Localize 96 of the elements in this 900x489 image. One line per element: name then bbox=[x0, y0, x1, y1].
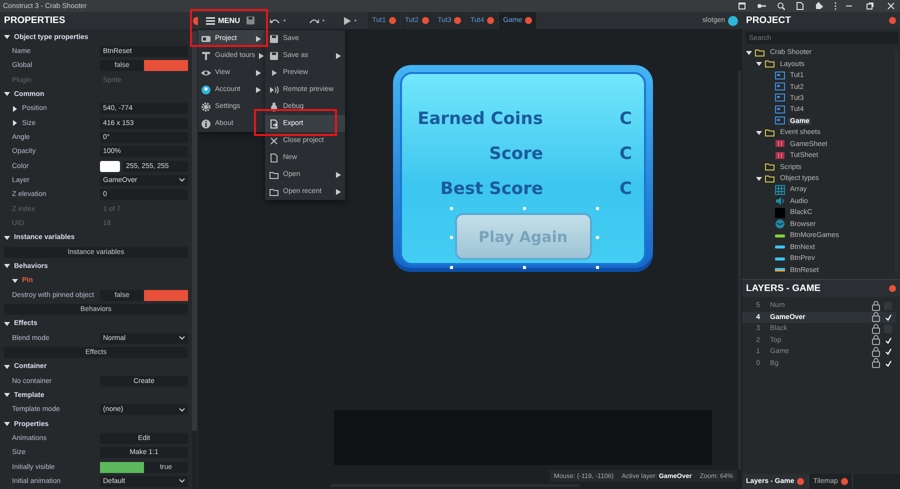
event-sheet-icon bbox=[775, 139, 785, 150]
save-icon bbox=[269, 50, 279, 60]
lock-icon[interactable] bbox=[872, 300, 880, 311]
remote-play-icon bbox=[269, 84, 279, 94]
document-icon bbox=[269, 152, 279, 162]
submenu-arrow-icon bbox=[336, 188, 341, 194]
game-value: C bbox=[620, 108, 632, 128]
signpost-icon bbox=[201, 50, 211, 60]
globe-icon bbox=[775, 219, 785, 230]
lock-icon[interactable] bbox=[872, 324, 880, 334]
game-label: Score bbox=[488, 144, 543, 164]
submenu-arrow-icon bbox=[259, 52, 264, 58]
panel-title: LAYERS - GAME bbox=[746, 283, 821, 294]
submenu-arrow-icon bbox=[256, 70, 261, 76]
collapse-caret-icon[interactable] bbox=[4, 320, 10, 327]
color-swatch[interactable] bbox=[100, 160, 120, 172]
folder-icon bbox=[765, 174, 775, 184]
layout-icon bbox=[775, 82, 785, 92]
dropdown-dot-icon[interactable] bbox=[322, 19, 326, 22]
zoom-icon[interactable] bbox=[777, 2, 785, 10]
folder-icon bbox=[765, 59, 775, 70]
more-icon[interactable] bbox=[834, 2, 837, 10]
collapse-caret-icon[interactable] bbox=[746, 50, 752, 56]
submenu-arrow-icon bbox=[336, 172, 341, 178]
visibility-checkbox[interactable] bbox=[884, 359, 892, 368]
puzzle-icon[interactable] bbox=[815, 2, 823, 10]
collapse-caret-icon[interactable] bbox=[756, 176, 762, 182]
submenu-arrow-icon bbox=[256, 86, 261, 92]
visibility-checkbox[interactable] bbox=[884, 336, 892, 344]
play-icon[interactable] bbox=[344, 16, 352, 24]
game-label: Best Score bbox=[439, 178, 543, 198]
lock-icon[interactable] bbox=[872, 358, 880, 368]
key-icon[interactable] bbox=[757, 2, 766, 10]
avatar-icon bbox=[201, 84, 211, 94]
layout-icon bbox=[775, 104, 785, 115]
sprite-icon bbox=[775, 208, 785, 218]
lock-icon[interactable] bbox=[872, 335, 880, 346]
document-icon[interactable] bbox=[796, 2, 804, 10]
chevron-icon bbox=[179, 408, 185, 412]
close-icon[interactable] bbox=[887, 2, 895, 10]
expand-caret-icon[interactable] bbox=[12, 106, 18, 112]
eye-icon bbox=[201, 68, 211, 78]
layout-icon bbox=[775, 116, 785, 126]
collapse-caret-icon[interactable] bbox=[4, 34, 10, 40]
layout-icon bbox=[775, 93, 785, 104]
chevron-icon bbox=[179, 178, 185, 182]
chevron-icon bbox=[179, 336, 185, 340]
chevron-icon bbox=[179, 479, 185, 484]
collapse-caret-icon[interactable] bbox=[756, 61, 762, 68]
maximize-icon[interactable] bbox=[866, 2, 874, 10]
visibility-checkbox[interactable] bbox=[884, 313, 892, 322]
status-dot bbox=[889, 285, 896, 292]
dropdown-dot-icon[interactable] bbox=[283, 19, 286, 22]
panel-title: PROPERTIES bbox=[4, 15, 66, 26]
event-sheet-icon bbox=[775, 150, 785, 161]
collapse-caret-icon[interactable] bbox=[4, 421, 10, 428]
menu-icon bbox=[206, 16, 215, 24]
export-icon bbox=[269, 118, 279, 128]
collapse-caret-icon[interactable] bbox=[4, 91, 10, 98]
info-icon bbox=[201, 118, 211, 128]
game-label: Earned Coins bbox=[416, 108, 543, 128]
lock-icon[interactable] bbox=[872, 346, 880, 357]
folder-icon bbox=[765, 128, 775, 138]
close-icon bbox=[269, 136, 279, 146]
panel-title: PROJECT bbox=[746, 15, 791, 26]
save-icon[interactable] bbox=[246, 16, 256, 25]
status-dot bbox=[889, 17, 896, 24]
lock-icon[interactable] bbox=[872, 312, 880, 322]
speaker-icon bbox=[775, 196, 785, 206]
card-icon bbox=[201, 34, 211, 44]
settings-icon bbox=[201, 102, 211, 112]
redo-icon[interactable] bbox=[309, 18, 320, 24]
collapse-caret-icon[interactable] bbox=[4, 364, 10, 370]
collapse-caret-icon[interactable] bbox=[756, 130, 762, 136]
visibility-checkbox[interactable] bbox=[884, 348, 892, 356]
save-icon bbox=[269, 34, 279, 44]
collapse-caret-icon[interactable] bbox=[12, 278, 18, 284]
submenu-arrow-icon bbox=[256, 36, 261, 42]
bug-icon bbox=[269, 102, 279, 112]
collapse-caret-icon[interactable] bbox=[4, 234, 10, 241]
expand-caret-icon[interactable] bbox=[12, 120, 18, 126]
submenu-arrow-icon bbox=[336, 52, 341, 58]
folder-icon bbox=[765, 162, 775, 172]
collapse-caret-icon[interactable] bbox=[4, 392, 10, 398]
avatar-icon bbox=[728, 16, 738, 26]
game-value: C bbox=[620, 178, 632, 198]
game-value: C bbox=[620, 144, 632, 164]
folder-icon bbox=[755, 48, 765, 58]
grid-icon bbox=[775, 184, 785, 195]
window-icon[interactable] bbox=[738, 2, 746, 10]
collapse-caret-icon[interactable] bbox=[4, 263, 10, 270]
undo-icon[interactable] bbox=[270, 18, 280, 24]
dropdown-dot-icon[interactable] bbox=[354, 19, 358, 22]
play-again-sprite: Play Again bbox=[454, 213, 592, 260]
layout-icon bbox=[775, 70, 785, 81]
play-icon bbox=[269, 68, 279, 78]
